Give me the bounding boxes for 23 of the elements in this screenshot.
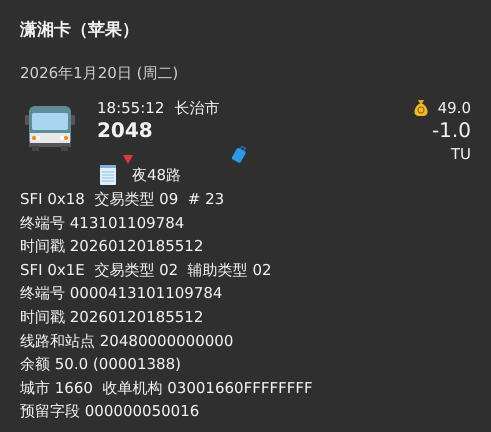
money-bag-icon	[412, 98, 430, 116]
detail-line: 线路和站点 20480000000000	[20, 332, 234, 350]
detail-line: 终端号 0000413101109784	[20, 284, 222, 302]
route-label: 夜48路	[132, 164, 182, 186]
detail-line: SFI 0x18 交易类型 09 # 23	[20, 190, 224, 208]
detail-line: 预留字段 000000050016	[20, 402, 200, 420]
detail-line: 城市 1660 收单机构 03001660FFFFFFFF	[20, 378, 313, 397]
time-label: 18:55:12	[97, 98, 164, 116]
triangle-icon	[123, 154, 133, 164]
date-label: 2026年1月20日 (周二)	[20, 64, 178, 82]
bus-icon	[24, 104, 76, 150]
city-label: 长治市	[174, 98, 220, 116]
currency-label: TU	[450, 144, 471, 162]
notepad-icon	[100, 164, 116, 185]
card-title: 潇湘卡（苹果）	[20, 20, 139, 40]
detail-line: 余额 50.0 (00001388)	[20, 355, 181, 374]
amount-label: -1.0	[432, 118, 471, 142]
vehicle-number: 2048	[97, 118, 153, 142]
detail-line: 时间戳 20260120185512	[20, 308, 204, 326]
balance-label: 49.0	[438, 98, 471, 116]
detail-line: 时间戳 20260120185512	[20, 237, 204, 256]
detail-line: 终端号 413101109784	[20, 214, 184, 232]
detail-line: SFI 0x1E 交易类型 02 辅助类型 02	[20, 260, 272, 279]
